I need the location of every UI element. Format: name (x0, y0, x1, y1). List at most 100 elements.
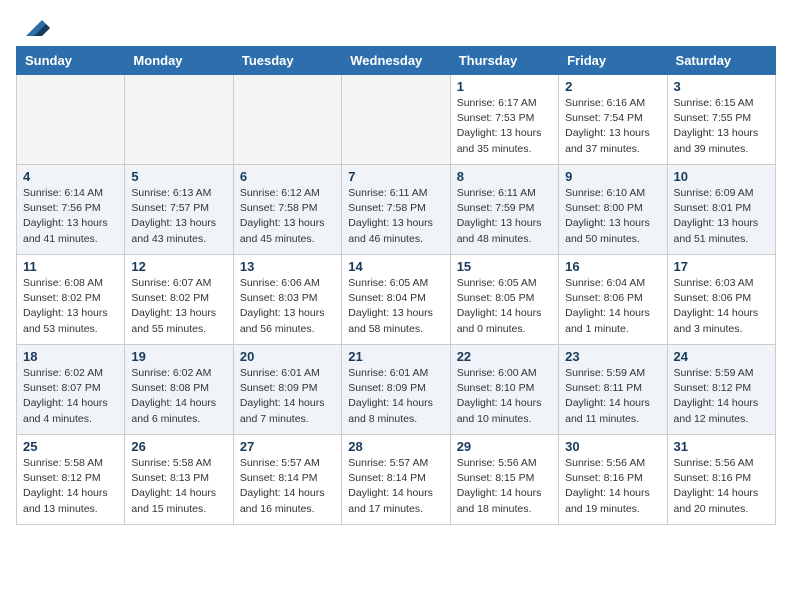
day-info: Sunrise: 6:13 AMSunset: 7:57 PMDaylight:… (131, 186, 226, 247)
calendar-header-friday: Friday (559, 47, 667, 75)
day-number: 5 (131, 169, 226, 184)
calendar-cell: 17 Sunrise: 6:03 AMSunset: 8:06 PMDayligh… (667, 255, 775, 345)
day-info: Sunrise: 6:06 AMSunset: 8:03 PMDaylight:… (240, 276, 335, 337)
calendar-cell: 3Sunrise: 6:15 AMSunset: 7:55 PMDaylight… (667, 75, 775, 165)
calendar-cell (17, 75, 125, 165)
day-info: Sunrise: 5:56 AMSunset: 8:16 PMDaylight:… (565, 456, 660, 517)
day-info: Sunrise: 6:11 AMSunset: 7:59 PMDaylight:… (457, 186, 552, 247)
calendar-week-row: 25 Sunrise: 5:58 AMSunset: 8:12 PMDayligh… (17, 435, 776, 525)
day-number: 13 (240, 259, 335, 274)
day-info: Sunrise: 5:56 AMSunset: 8:15 PMDaylight:… (457, 456, 552, 517)
calendar-header-monday: Monday (125, 47, 233, 75)
day-number: 27 (240, 439, 335, 454)
calendar-cell: 2 Sunrise: 6:16 AMSunset: 7:54 PMDaylight… (559, 75, 667, 165)
day-number: 14 (348, 259, 443, 274)
calendar-cell: 24 Sunrise: 5:59 AMSunset: 8:12 PMDayligh… (667, 345, 775, 435)
day-number: 15 (457, 259, 552, 274)
day-info: Sunrise: 6:07 AMSunset: 8:02 PMDaylight:… (131, 276, 226, 337)
day-info: Sunrise: 5:58 AMSunset: 8:12 PMDaylight:… (23, 456, 118, 517)
day-info: Sunrise: 6:12 AMSunset: 7:58 PMDaylight:… (240, 186, 335, 247)
day-info: Sunrise: 5:59 AMSunset: 8:12 PMDaylight:… (674, 366, 769, 427)
calendar-cell: 25 Sunrise: 5:58 AMSunset: 8:12 PMDayligh… (17, 435, 125, 525)
day-number: 9 (565, 169, 660, 184)
day-number: 11 (23, 259, 118, 274)
day-number: 30 (565, 439, 660, 454)
day-info: Sunrise: 6:15 AMSunset: 7:55 PMDaylight:… (674, 96, 769, 157)
calendar-cell: 16 Sunrise: 6:04 AMSunset: 8:06 PMDayligh… (559, 255, 667, 345)
calendar-cell: 21 Sunrise: 6:01 AMSunset: 8:09 PMDayligh… (342, 345, 450, 435)
calendar-cell: 18 Sunrise: 6:02 AMSunset: 8:07 PMDayligh… (17, 345, 125, 435)
calendar-cell: 19 Sunrise: 6:02 AMSunset: 8:08 PMDayligh… (125, 345, 233, 435)
day-number: 26 (131, 439, 226, 454)
calendar-cell: 14Sunrise: 6:05 AMSunset: 8:04 PMDayligh… (342, 255, 450, 345)
day-info: Sunrise: 6:01 AMSunset: 8:09 PMDaylight:… (348, 366, 443, 427)
calendar-cell: 7 Sunrise: 6:11 AMSunset: 7:58 PMDaylight… (342, 165, 450, 255)
calendar-cell: 9 Sunrise: 6:10 AMSunset: 8:00 PMDaylight… (559, 165, 667, 255)
calendar-cell: 11 Sunrise: 6:08 AMSunset: 8:02 PMDayligh… (17, 255, 125, 345)
calendar-cell: 4 Sunrise: 6:14 AMSunset: 7:56 PMDaylight… (17, 165, 125, 255)
day-number: 25 (23, 439, 118, 454)
calendar-table: SundayMondayTuesdayWednesdayThursdayFrid… (16, 46, 776, 525)
day-info: Sunrise: 6:02 AMSunset: 8:08 PMDaylight:… (131, 366, 226, 427)
day-number: 31 (674, 439, 769, 454)
calendar-week-row: 11 Sunrise: 6:08 AMSunset: 8:02 PMDayligh… (17, 255, 776, 345)
calendar-week-row: 18 Sunrise: 6:02 AMSunset: 8:07 PMDayligh… (17, 345, 776, 435)
day-info: Sunrise: 5:56 AMSunset: 8:16 PMDaylight:… (674, 456, 769, 517)
day-info: Sunrise: 6:02 AMSunset: 8:07 PMDaylight:… (23, 366, 118, 427)
day-number: 8 (457, 169, 552, 184)
day-number: 10 (674, 169, 769, 184)
day-info: Sunrise: 6:03 AMSunset: 8:06 PMDaylight:… (674, 276, 769, 337)
day-number: 7 (348, 169, 443, 184)
calendar-cell: 27 Sunrise: 5:57 AMSunset: 8:14 PMDayligh… (233, 435, 341, 525)
day-number: 23 (565, 349, 660, 364)
calendar-header-sunday: Sunday (17, 47, 125, 75)
logo-icon (18, 18, 50, 38)
calendar-cell: 29 Sunrise: 5:56 AMSunset: 8:15 PMDayligh… (450, 435, 558, 525)
calendar-cell: 22Sunrise: 6:00 AMSunset: 8:10 PMDayligh… (450, 345, 558, 435)
calendar-cell: 28Sunrise: 5:57 AMSunset: 8:14 PMDayligh… (342, 435, 450, 525)
day-number: 18 (23, 349, 118, 364)
day-number: 21 (348, 349, 443, 364)
day-info: Sunrise: 6:11 AMSunset: 7:58 PMDaylight:… (348, 186, 443, 247)
day-info: Sunrise: 6:08 AMSunset: 8:02 PMDaylight:… (23, 276, 118, 337)
logo (16, 16, 50, 38)
day-info: Sunrise: 6:16 AMSunset: 7:54 PMDaylight:… (565, 96, 660, 157)
day-info: Sunrise: 6:17 AMSunset: 7:53 PMDaylight:… (457, 96, 552, 157)
calendar-cell (342, 75, 450, 165)
day-number: 4 (23, 169, 118, 184)
day-info: Sunrise: 6:01 AMSunset: 8:09 PMDaylight:… (240, 366, 335, 427)
calendar-header-tuesday: Tuesday (233, 47, 341, 75)
day-number: 24 (674, 349, 769, 364)
day-number: 16 (565, 259, 660, 274)
calendar-cell: 15Sunrise: 6:05 AMSunset: 8:05 PMDayligh… (450, 255, 558, 345)
day-info: Sunrise: 6:14 AMSunset: 7:56 PMDaylight:… (23, 186, 118, 247)
calendar-cell: 26 Sunrise: 5:58 AMSunset: 8:13 PMDayligh… (125, 435, 233, 525)
calendar-cell: 23 Sunrise: 5:59 AMSunset: 8:11 PMDayligh… (559, 345, 667, 435)
day-number: 17 (674, 259, 769, 274)
calendar-cell: 31 Sunrise: 5:56 AMSunset: 8:16 PMDayligh… (667, 435, 775, 525)
day-info: Sunrise: 5:59 AMSunset: 8:11 PMDaylight:… (565, 366, 660, 427)
calendar-cell: 10 Sunrise: 6:09 AMSunset: 8:01 PMDayligh… (667, 165, 775, 255)
calendar-cell: 5 Sunrise: 6:13 AMSunset: 7:57 PMDaylight… (125, 165, 233, 255)
calendar-week-row: 4 Sunrise: 6:14 AMSunset: 7:56 PMDaylight… (17, 165, 776, 255)
calendar-cell: 1 Sunrise: 6:17 AMSunset: 7:53 PMDaylight… (450, 75, 558, 165)
day-number: 2 (565, 79, 660, 94)
calendar-header-saturday: Saturday (667, 47, 775, 75)
calendar-cell: 8 Sunrise: 6:11 AMSunset: 7:59 PMDaylight… (450, 165, 558, 255)
calendar-week-row: 1 Sunrise: 6:17 AMSunset: 7:53 PMDaylight… (17, 75, 776, 165)
day-number: 20 (240, 349, 335, 364)
calendar-cell (233, 75, 341, 165)
day-info: Sunrise: 5:57 AMSunset: 8:14 PMDaylight:… (240, 456, 335, 517)
day-number: 29 (457, 439, 552, 454)
day-info: Sunrise: 6:10 AMSunset: 8:00 PMDaylight:… (565, 186, 660, 247)
day-info: Sunrise: 6:09 AMSunset: 8:01 PMDaylight:… (674, 186, 769, 247)
calendar-cell: 30 Sunrise: 5:56 AMSunset: 8:16 PMDayligh… (559, 435, 667, 525)
calendar-cell: 12Sunrise: 6:07 AMSunset: 8:02 PMDayligh… (125, 255, 233, 345)
page-header (16, 16, 776, 38)
day-number: 19 (131, 349, 226, 364)
calendar-header-wednesday: Wednesday (342, 47, 450, 75)
calendar-cell: 6Sunrise: 6:12 AMSunset: 7:58 PMDaylight… (233, 165, 341, 255)
day-number: 1 (457, 79, 552, 94)
day-info: Sunrise: 6:04 AMSunset: 8:06 PMDaylight:… (565, 276, 660, 337)
day-info: Sunrise: 5:58 AMSunset: 8:13 PMDaylight:… (131, 456, 226, 517)
